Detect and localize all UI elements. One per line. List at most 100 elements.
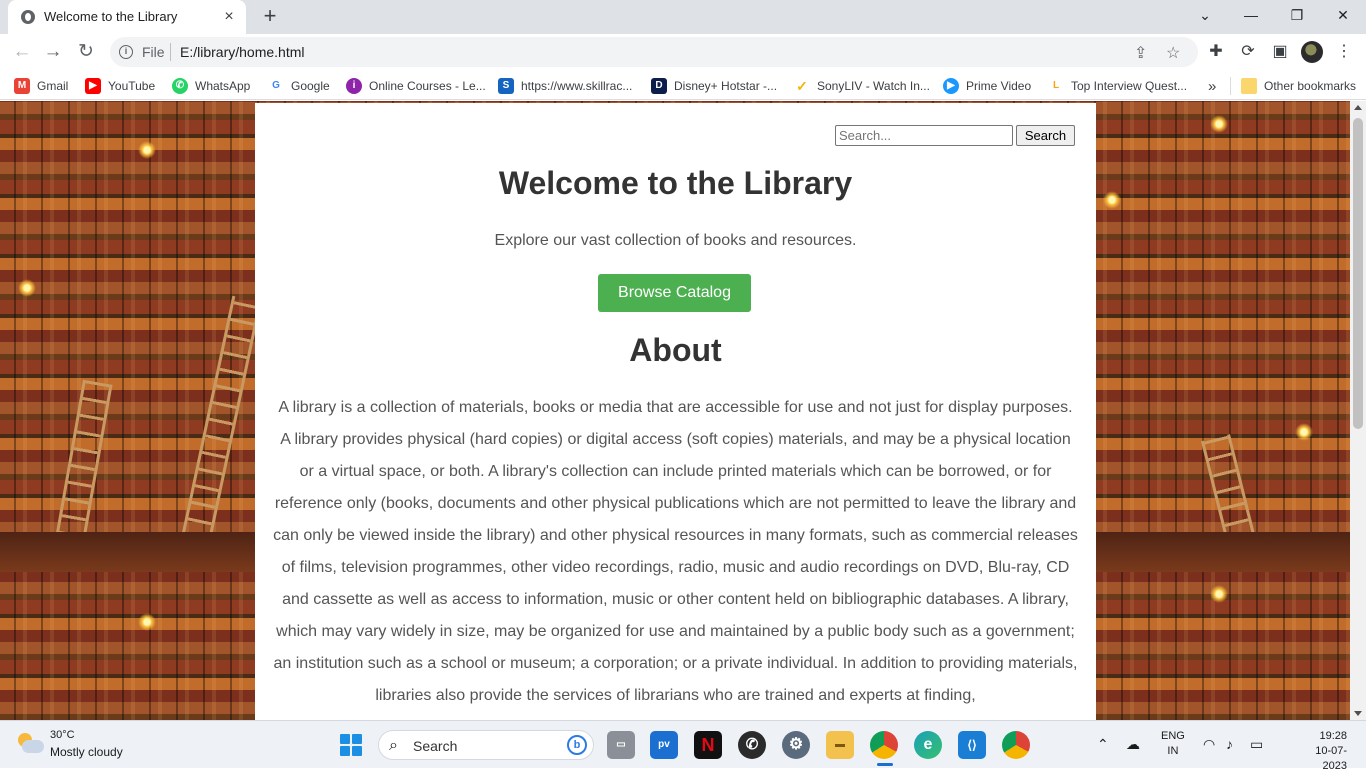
- taskbar-search-label: Search: [413, 738, 458, 754]
- input-language-indicator[interactable]: ENG IN: [1161, 729, 1185, 759]
- maximize-button[interactable]: ❐: [1283, 4, 1311, 28]
- folder-icon: [1241, 78, 1257, 94]
- bing-icon[interactable]: b: [567, 735, 587, 755]
- whatsapp-app-icon[interactable]: ✆: [738, 731, 766, 759]
- skillrack-icon: S: [498, 78, 514, 94]
- weather-cloudy-icon[interactable]: [18, 733, 44, 755]
- bookmarks-bar: M Gmail ▶ YouTube ✆ WhatsApp G Google i Onlin…: [0, 70, 1366, 100]
- prime-video-app-icon[interactable]: pv: [650, 731, 678, 759]
- profile-avatar[interactable]: [1301, 41, 1323, 63]
- content-panel: Search Welcome to the Library Explore ou…: [255, 103, 1096, 720]
- settings-app-icon[interactable]: ⚙: [782, 731, 810, 759]
- page-scrollbar[interactable]: [1350, 101, 1366, 720]
- share-icon[interactable]: ⇪: [1134, 43, 1147, 63]
- side-panel-icon[interactable]: ▣: [1270, 42, 1290, 62]
- bookmark-top-interview[interactable]: L Top Interview Quest...: [1048, 77, 1187, 95]
- scroll-down-arrow-icon[interactable]: [1354, 711, 1362, 716]
- battery-icon[interactable]: ▭: [1250, 736, 1263, 753]
- youtube-icon: ▶: [85, 78, 101, 94]
- taskbar-search-box[interactable]: ⌕ Search b: [378, 730, 594, 760]
- windows-taskbar: 30°C Mostly cloudy ⌕ Search b ▭ pv N ✆ ⚙…: [0, 720, 1366, 772]
- bookmark-google[interactable]: G Google: [268, 77, 330, 95]
- minimize-button[interactable]: —: [1237, 4, 1265, 28]
- chrome-app-icon[interactable]: [870, 731, 898, 759]
- address-bar[interactable]: i File E:/library/home.html ⇪ ☆: [110, 37, 1198, 67]
- close-tab-icon[interactable]: ×: [220, 8, 238, 26]
- candle-light: [138, 613, 156, 631]
- close-window-button[interactable]: ✕: [1329, 4, 1357, 28]
- hotstar-icon: D: [651, 78, 667, 94]
- bookmark-whatsapp[interactable]: ✆ WhatsApp: [172, 77, 250, 95]
- menu-kebab-icon[interactable]: ⋮: [1334, 42, 1354, 62]
- globe-favicon-icon: [21, 10, 35, 24]
- bookmark-hotstar[interactable]: D Disney+ Hotstar -...: [651, 77, 777, 95]
- other-bookmarks-folder[interactable]: Other bookmarks: [1230, 77, 1356, 95]
- search-button[interactable]: Search: [1016, 125, 1075, 146]
- bookmark-skillrack[interactable]: Shttps://www.skillrac...: [498, 77, 632, 95]
- windows-start-icon[interactable]: [340, 734, 362, 756]
- edge-app-icon[interactable]: e: [914, 731, 942, 759]
- candle-light: [138, 141, 156, 159]
- chrome-profile-app-icon[interactable]: [1002, 731, 1030, 759]
- site-info-icon[interactable]: i: [119, 45, 133, 59]
- netflix-app-icon[interactable]: N: [694, 731, 722, 759]
- bookmark-gmail[interactable]: M Gmail: [14, 77, 68, 95]
- candle-light: [1295, 423, 1313, 441]
- task-view-icon[interactable]: ▭: [607, 731, 635, 759]
- scrollbar-thumb[interactable]: [1353, 118, 1363, 429]
- bookmark-online-courses[interactable]: i Online Courses - Le...: [346, 77, 486, 95]
- page-subtitle: Explore our vast collection of books and…: [494, 232, 857, 249]
- about-paragraph: A library is a collection of materials, …: [273, 399, 1078, 704]
- performance-icon[interactable]: ⟳: [1238, 42, 1258, 62]
- wifi-icon[interactable]: ◠: [1203, 736, 1215, 753]
- page-viewport: Search Welcome to the Library Explore ou…: [0, 101, 1350, 720]
- ladder-illustration: [178, 295, 262, 557]
- google-icon: G: [268, 78, 284, 94]
- ladder-illustration: [53, 379, 113, 553]
- system-clock[interactable]: 19:28 10-07-2023: [1300, 729, 1347, 774]
- file-explorer-app-icon[interactable]: ▬: [826, 731, 854, 759]
- bookmark-youtube[interactable]: ▶ YouTube: [85, 77, 155, 95]
- courses-icon: i: [346, 78, 362, 94]
- tab-title: Welcome to the Library: [44, 9, 178, 24]
- forward-arrow-icon[interactable]: →: [40, 40, 66, 64]
- search-input[interactable]: [835, 125, 1013, 146]
- active-app-indicator: [877, 763, 893, 766]
- address-divider: [170, 43, 171, 61]
- bookmark-star-icon[interactable]: ☆: [1166, 43, 1180, 63]
- candle-light: [1210, 115, 1228, 133]
- browser-toolbar: ← → ↻ i File E:/library/home.html ⇪ ☆ ✚ …: [0, 34, 1366, 70]
- bookmark-prime-video[interactable]: ▶ Prime Video: [943, 77, 1031, 95]
- tab-strip: Welcome to the Library × + ⌄ — ❐ ✕: [0, 0, 1366, 34]
- candle-light: [18, 279, 36, 297]
- url-text[interactable]: E:/library/home.html: [180, 44, 304, 60]
- leetcode-icon: L: [1048, 78, 1064, 94]
- more-bookmarks-chevron[interactable]: »: [1208, 77, 1216, 95]
- candle-light: [1103, 191, 1121, 209]
- scheme-label: File: [142, 44, 165, 60]
- show-hidden-icons-chevron[interactable]: ⌃: [1097, 736, 1109, 753]
- gmail-icon: M: [14, 78, 30, 94]
- vscode-app-icon[interactable]: ⟨⟩: [958, 731, 986, 759]
- weather-condition[interactable]: Mostly cloudy: [50, 745, 123, 759]
- about-heading: About: [629, 332, 722, 368]
- new-tab-button[interactable]: +: [258, 5, 282, 29]
- onedrive-cloud-icon[interactable]: ☁: [1126, 736, 1140, 753]
- weather-temperature[interactable]: 30°C: [50, 729, 75, 741]
- floor-strip: [1096, 532, 1350, 572]
- volume-icon[interactable]: ♪: [1226, 736, 1233, 752]
- floor-strip: [0, 532, 255, 572]
- active-tab[interactable]: Welcome to the Library ×: [8, 0, 246, 34]
- scroll-up-arrow-icon[interactable]: [1354, 105, 1362, 110]
- extensions-puzzle-icon[interactable]: ✚: [1206, 42, 1226, 62]
- whatsapp-icon: ✆: [172, 78, 188, 94]
- reload-icon[interactable]: ↻: [73, 40, 99, 64]
- browse-catalog-button[interactable]: Browse Catalog: [598, 274, 751, 312]
- sonyliv-icon: ✓: [794, 78, 810, 94]
- back-arrow-icon[interactable]: ←: [9, 40, 35, 64]
- tab-search-dropdown-icon[interactable]: ⌄: [1191, 4, 1219, 28]
- search-icon: ⌕: [389, 737, 398, 754]
- primevideo-icon: ▶: [943, 78, 959, 94]
- candle-light: [1210, 585, 1228, 603]
- bookmark-sonyliv[interactable]: ✓ SonyLIV - Watch In...: [794, 77, 930, 95]
